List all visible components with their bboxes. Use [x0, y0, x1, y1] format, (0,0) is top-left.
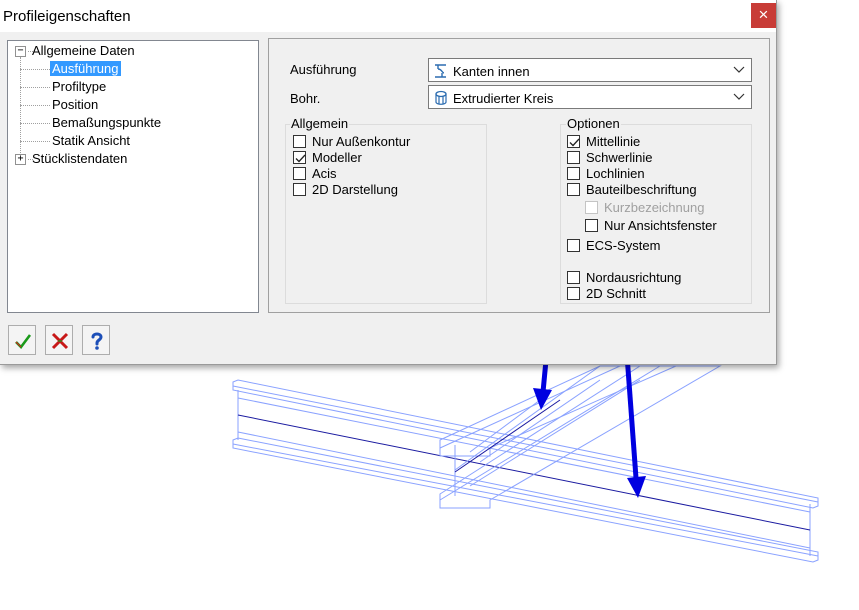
window-title: Profileigenschaften: [3, 8, 131, 25]
bohr-value: Extrudierter Kreis: [453, 91, 554, 106]
tree-item-ausfuehrung[interactable]: Ausführung: [50, 61, 121, 77]
checkmark-icon: [295, 154, 306, 163]
checkbox[interactable]: [567, 239, 580, 252]
checkmark-icon: [569, 138, 580, 147]
checkbox[interactable]: [293, 167, 306, 180]
ok-button[interactable]: [8, 325, 36, 355]
checkbox[interactable]: [567, 151, 580, 164]
bohr-dropdown[interactable]: Extrudierter Kreis: [428, 85, 752, 109]
question-icon: [91, 332, 103, 350]
checkbox[interactable]: [585, 219, 598, 232]
tree-item-profiltype[interactable]: Profiltype: [52, 79, 106, 95]
edge-style-icon: [435, 64, 446, 78]
checkbox[interactable]: [293, 183, 306, 196]
cancel-button[interactable]: [45, 325, 73, 355]
checkbox[interactable]: [567, 287, 580, 300]
tree-item-stuecklistendaten[interactable]: Stücklistendaten: [32, 151, 127, 167]
optionen-group-title: Optionen: [566, 116, 621, 131]
checkbox[interactable]: [567, 183, 580, 196]
help-button[interactable]: [82, 325, 110, 355]
title-bar: Profileigenschaften ×: [0, 0, 776, 32]
tree-item-position[interactable]: Position: [52, 97, 98, 113]
ausfuehrung-value: Kanten innen: [453, 64, 530, 79]
checkmark-icon: [15, 334, 32, 349]
chevron-down-icon: [733, 93, 745, 100]
checkbox[interactable]: [567, 271, 580, 284]
extruded-circle-icon: [435, 90, 447, 105]
ausfuehrung-label: Ausführung: [290, 62, 357, 77]
settings-panel: Ausführung Kanten innen Bohr. Extrudiert…: [268, 38, 770, 313]
checkbox[interactable]: [293, 135, 306, 148]
beam-transverse: [439, 365, 722, 509]
tree-item-bemassungspunkte[interactable]: Bemaßungspunkte: [52, 115, 161, 131]
chevron-down-icon: [733, 66, 745, 73]
profile-properties-dialog: Profileigenschaften × − Allgemeine Daten…: [0, 0, 777, 365]
beam-longitudinal: [232, 379, 819, 563]
checkbox[interactable]: [567, 167, 580, 180]
close-button[interactable]: ×: [751, 3, 776, 28]
checkbox: [585, 201, 598, 214]
checkbox[interactable]: [293, 151, 306, 164]
cancel-x-icon: [51, 332, 69, 350]
expand-collapse-icon[interactable]: +: [15, 154, 26, 165]
checkbox[interactable]: [567, 135, 580, 148]
category-tree[interactable]: − Allgemeine Daten Ausführung Profiltype…: [7, 40, 259, 313]
allgemein-group-title: Allgemein: [290, 116, 350, 131]
bohr-label: Bohr.: [290, 91, 321, 106]
expand-collapse-icon[interactable]: −: [15, 46, 26, 57]
tree-item-statik-ansicht[interactable]: Statik Ansicht: [52, 133, 130, 149]
tree-item-allgemeine-daten[interactable]: Allgemeine Daten: [32, 43, 135, 59]
ausfuehrung-dropdown[interactable]: Kanten innen: [428, 58, 752, 82]
